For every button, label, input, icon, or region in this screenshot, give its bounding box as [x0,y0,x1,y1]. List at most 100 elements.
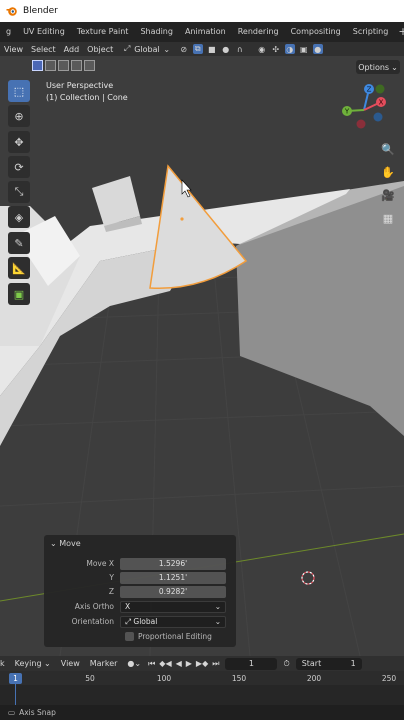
move-x-field[interactable]: 1.5296' [120,557,226,570]
svg-text:Y: Y [344,108,350,116]
frame-ruler[interactable]: 50 100 150 200 250 [0,671,404,685]
select-intersect-icon[interactable] [84,60,95,71]
svg-text:Z: Z [367,86,372,94]
axis-ortho-dropdown[interactable]: X ⌄ [120,600,226,613]
hand-pan-icon[interactable]: ✋ [379,163,397,181]
tab-scripting[interactable]: Scripting [347,22,395,42]
window-title: Blender [23,6,58,16]
timeline-header: k Keying ⌄ View Marker ●⌄ ⏮ ◆◀ ◀ ▶ ▶◆ ⏭ … [0,656,404,671]
axis-ortho-row: Axis Ortho X ⌄ [44,600,236,613]
move-x-row: Move X 1.5296' [44,557,236,570]
chevron-down-icon: ⌄ [163,44,171,54]
timeline[interactable]: 50 100 150 200 250 1 [0,671,404,705]
grid-icon[interactable]: ▦ [379,209,397,227]
select-invert-icon[interactable] [71,60,82,71]
overlay-icon[interactable]: ◑ [284,44,295,54]
add-workspace-button[interactable]: + [394,22,404,42]
move-y-row: Y 1.1251' [44,571,236,584]
tab-animation[interactable]: Animation [179,22,232,42]
falloff-icon[interactable]: ∩ [235,44,245,54]
start-frame-field[interactable]: Start 1 [295,657,362,670]
select-extend-icon[interactable] [45,60,56,71]
select-box-tool-icon[interactable]: ⬚ [8,80,30,102]
move-tool-icon[interactable]: ✥ [8,131,30,153]
orientation-dropdown[interactable]: ⤢ Global ⌄ [120,615,226,628]
playback-menu[interactable]: k [0,659,10,668]
gizmo-neg-x-icon[interactable] [356,119,366,129]
record-icon[interactable]: ●⌄ [122,659,146,668]
play-icon[interactable]: ▶ [184,659,194,668]
view-info: User Perspective (1) Collection | Cone [46,80,128,104]
navigation-icons: 🔍 ✋ 🎥 ▦ [379,140,397,232]
snap-icon[interactable]: ⧉ [192,44,203,54]
marker-menu[interactable]: Marker [85,659,123,668]
viewport-gizmo-icon[interactable]: ✣ [271,44,281,54]
visibility-icon[interactable]: ◉ [257,44,267,54]
workspace-tabs: g UV Editing Texture Paint Shading Anima… [0,22,404,42]
transform-orientation-value: Global [134,44,160,54]
tab-rendering[interactable]: Rendering [232,22,285,42]
transform-tool-icon[interactable]: ◈ [8,206,30,228]
move-z-field[interactable]: 0.9282' [120,585,226,598]
camera-icon[interactable]: 🎥 [379,186,397,204]
snap-target-icon[interactable]: ■ [207,44,217,54]
shading-solid-icon[interactable]: ● [312,44,323,54]
origin-point [180,217,184,221]
zoom-icon[interactable]: 🔍 [379,140,397,158]
gizmo-neg-z-icon[interactable] [373,112,383,122]
navigation-gizmo[interactable]: Z Y X [336,82,392,138]
orientation-axes-icon: ⤢ [124,44,131,53]
tab-compositing[interactable]: Compositing [285,22,347,42]
ruler-label: 150 [231,674,247,683]
collection-label: (1) Collection | Cone [46,93,128,102]
title-bar: Blender [0,0,404,22]
play-reverse-icon[interactable]: ◀ [174,659,184,668]
operator-panel-title[interactable]: ⌄ Move [50,539,81,548]
menu-view[interactable]: View [0,45,27,54]
viewport-header: View Select Add Object ⤢ Global ⌄ ⊘ ⧉ ■ … [0,42,404,56]
pivot-point-icon[interactable]: ⊘ [179,44,189,54]
gizmo-neg-y-icon[interactable] [375,84,385,94]
playhead-line[interactable] [15,684,16,705]
next-keyframe-icon[interactable]: ▶◆ [194,659,210,668]
blender-logo-icon [6,5,18,17]
rotate-tool-icon[interactable]: ⟳ [8,156,30,178]
mouse-icon: ▭ [8,708,16,717]
status-hint: Axis Snap [19,708,56,717]
prev-keyframe-icon[interactable]: ◆◀ [157,659,173,668]
jump-end-icon[interactable]: ⏭ [210,659,221,669]
proportional-editing-checkbox[interactable]: Proportional Editing [125,632,212,641]
scale-tool-icon[interactable]: ⤡ [8,181,30,203]
tab-shading[interactable]: Shading [134,22,179,42]
options-button[interactable]: Options ⌄ [356,60,400,74]
proportional-editing-icon[interactable]: ● [221,44,231,54]
jump-start-icon[interactable]: ⏮ [146,659,157,669]
measure-tool-icon[interactable]: 📐 [8,257,30,279]
current-frame-field[interactable]: 1 [225,657,278,670]
tab-layout[interactable]: g [0,22,17,42]
select-subtract-icon[interactable] [58,60,69,71]
tab-uv-editing[interactable]: UV Editing [17,22,71,42]
playhead-frame-badge[interactable]: 1 [9,673,22,684]
3d-viewport[interactable]: Options ⌄ User Perspective (1) Collection… [0,56,404,656]
ruler-label: 50 [85,674,95,683]
menu-object[interactable]: Object [83,45,117,54]
add-cube-tool-icon[interactable]: ▣ [8,283,30,305]
xray-icon[interactable]: ▣ [299,44,309,54]
orientation-row: Orientation ⤢ Global ⌄ [44,615,236,628]
select-new-icon[interactable] [32,60,43,71]
transform-orientation-dropdown[interactable]: ⤢ Global ⌄ [117,44,177,54]
keying-menu[interactable]: Keying ⌄ [10,659,56,668]
timeline-view-menu[interactable]: View [56,659,85,668]
tab-texture-paint[interactable]: Texture Paint [71,22,135,42]
proportional-editing-row: Proportional Editing [44,630,236,643]
menu-select[interactable]: Select [27,45,60,54]
annotate-tool-icon[interactable]: ✎ [8,232,30,254]
stopwatch-icon[interactable]: ⏱ [281,659,291,669]
move-operator-panel: ⌄ Move Move X 1.5296' Y 1.1251' Z 0.9282… [44,535,236,647]
view-name: User Perspective [46,81,114,90]
menu-add[interactable]: Add [60,45,84,54]
move-y-field[interactable]: 1.1251' [120,571,226,584]
cursor-tool-icon[interactable]: ⊕ [8,105,30,127]
move-z-row: Z 0.9282' [44,585,236,598]
